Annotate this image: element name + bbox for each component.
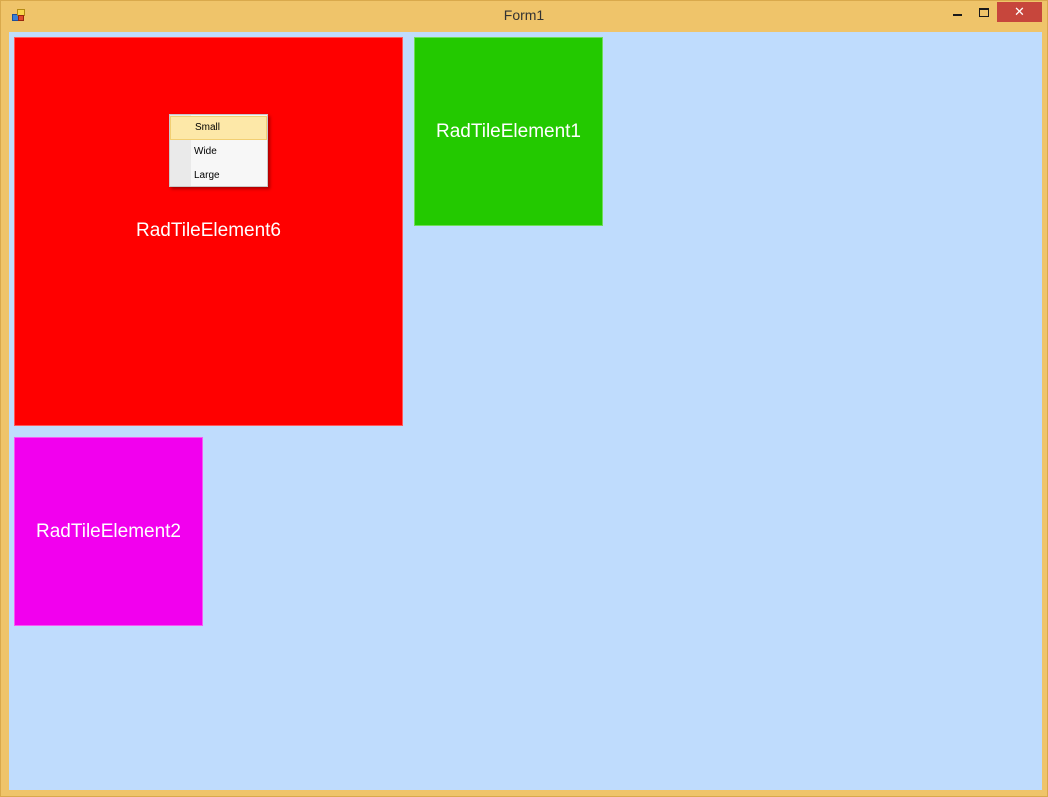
- tile-rad-tile-element-2[interactable]: RadTileElement2: [14, 437, 203, 626]
- minimize-button[interactable]: [944, 2, 970, 22]
- tile-panel: RadTileElement6 RadTileElement1 RadTileE…: [9, 32, 1042, 790]
- close-button[interactable]: ✕: [997, 2, 1042, 22]
- tile-rad-tile-element-6[interactable]: RadTileElement6: [14, 37, 403, 426]
- title-bar[interactable]: Form1 ✕: [1, 1, 1047, 32]
- tile-rad-tile-element-1[interactable]: RadTileElement1: [414, 37, 603, 226]
- form-window: Form1 ✕ RadTileElement6 RadTileElement1 …: [0, 0, 1048, 797]
- minimize-icon: [952, 14, 962, 16]
- close-icon: ✕: [1014, 4, 1025, 20]
- window-title: Form1: [503, 7, 545, 23]
- tile-label: RadTileElement1: [435, 120, 582, 142]
- tile-size-context-menu: Small Wide Large: [169, 114, 268, 187]
- menu-item-large[interactable]: Large: [170, 164, 267, 188]
- maximize-button[interactable]: [971, 2, 997, 22]
- maximize-icon: [979, 7, 989, 17]
- menu-item-small[interactable]: Small: [170, 116, 267, 140]
- menu-item-wide[interactable]: Wide: [170, 140, 267, 164]
- tile-label: RadTileElement6: [135, 220, 282, 241]
- tile-label: RadTileElement2: [35, 520, 182, 542]
